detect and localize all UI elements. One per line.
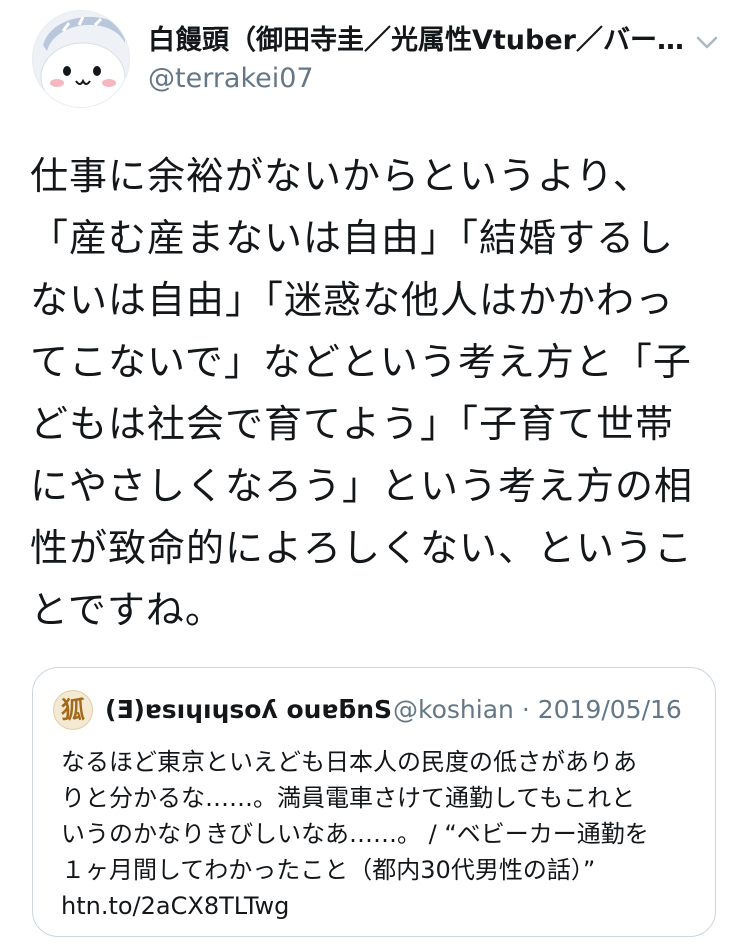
quoted-tweet-card[interactable]: 狐 (Ǝ)ɐsıɥıɥsoʎ ouɐƃnS @koshian · 2019/05… [32,667,716,937]
meta-separator: · [521,695,530,724]
tweet-text-line: にやさしくなろう」という考え方の相 [30,464,694,508]
author-names: 白饅頭（御田寺圭／光属性Vtuber／バーチ… @terrakei07 [148,22,688,98]
quoted-text-line: りと分かるな……。満員電車さけて通勤してもこれと [61,784,636,812]
fox-avatar-icon[interactable]: 狐 [53,690,93,730]
tweet-text: 仕事に余裕がないからというより、 「産む産まないは自由」「結婚するし ないは自由… [30,145,720,641]
quoted-text-line: いうのかなりきびしいなあ……。 / “ベビーカー通勤を [61,820,649,848]
quoted-text-line: １ヶ月間してわかったこと（都内30代男性の話）” [61,856,596,884]
tweet-text-line: 「産む産まないは自由」「結婚するし [30,216,675,260]
quoted-tweet-meta: @koshian · 2019/05/16 [393,694,682,726]
tweet-header: 白饅頭（御田寺圭／光属性Vtuber／バーチ… @terrakei07 [32,10,722,110]
quoted-tweet-date[interactable]: 2019/05/16 [538,695,682,724]
tweet-text-line: てこないで」などという考え方と「子 [30,340,692,384]
chevron-down-icon[interactable] [692,28,722,58]
quoted-author-display-name[interactable]: (Ǝ)ɐsıɥıɥsoʎ ouɐƃnS [105,694,392,726]
tweet-text-line: 仕事に余裕がないからというより、 [30,154,652,198]
quoted-text-line: なるほど東京といえども日本人の民度の低さがありあ [61,748,637,776]
tweet: 白饅頭（御田寺圭／光属性Vtuber／バーチ… @terrakei07 仕事に余… [0,0,750,945]
tweet-text-line: 性が致命的によろしくない、というこ [30,526,694,570]
author-handle[interactable]: @terrakei07 [148,60,688,98]
quoted-link[interactable]: htn.to/2aCX8TLTwg [61,892,289,920]
tweet-text-line: ないは自由」「迷惑な他人はかかわっ [30,278,675,322]
quoted-tweet-header: 狐 (Ǝ)ɐsıɥıɥsoʎ ouɐƃnS @koshian · 2019/05… [53,690,693,730]
tweet-text-line: とですね。 [30,588,224,632]
author-display-name[interactable]: 白饅頭（御田寺圭／光属性Vtuber／バーチ… [148,22,688,60]
quoted-tweet-text: なるほど東京といえども日本人の民度の低さがありあ りと分かるな……。満員電車さけ… [61,744,701,924]
tweet-text-line: どもは社会で育てよう」「子育て世帯 [30,402,675,446]
quoted-author-handle[interactable]: @koshian [393,695,514,724]
manju-face-avatar-icon[interactable] [32,10,130,108]
